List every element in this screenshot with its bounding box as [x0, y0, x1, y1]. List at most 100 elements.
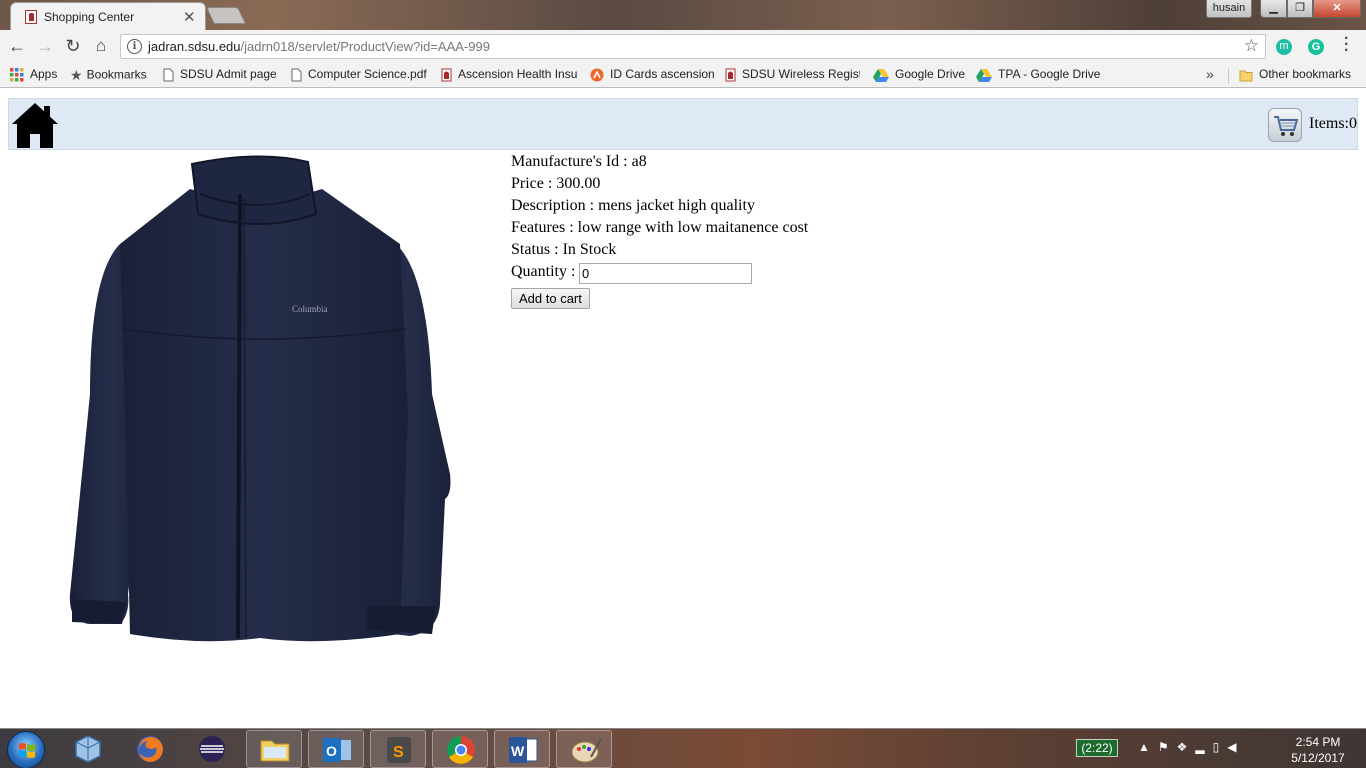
network-signal-icon[interactable]: ▂: [1195, 740, 1212, 754]
bookmark-label: Ascension Health Insu: [458, 67, 577, 81]
profile-button[interactable]: husain: [1206, 0, 1252, 18]
url-host: jadran.sdsu.edu: [148, 39, 241, 54]
bookmark-computer-science[interactable]: Computer Science.pdf: [291, 67, 427, 82]
word-button[interactable]: W: [494, 730, 550, 768]
back-arrow-icon[interactable]: ←: [7, 36, 27, 57]
site-header: Items:0: [8, 98, 1358, 150]
bookmark-other-bookmarks[interactable]: Other bookmarks: [1239, 67, 1351, 82]
file-explorer-button[interactable]: [246, 730, 302, 768]
forward-arrow-icon[interactable]: →: [35, 36, 55, 57]
clock-date: 5/12/2017: [1291, 751, 1345, 765]
bookmark-label: Google Drive: [895, 67, 966, 81]
bookmark-sdsu-admit[interactable]: SDSU Admit page: [163, 67, 277, 82]
bookmark-apps[interactable]: Apps: [10, 67, 57, 82]
close-window-button[interactable]: ✕: [1313, 0, 1361, 18]
system-clock[interactable]: 2:54 PM 5/12/2017: [1283, 734, 1353, 766]
folder-icon: [1239, 70, 1253, 82]
paint-icon: [571, 738, 602, 763]
sdsu-icon: [441, 68, 452, 82]
bookmark-sdsu-wireless[interactable]: SDSU Wireless Registr: [725, 67, 860, 82]
sublime-text-icon: S: [387, 737, 411, 763]
stock-status: Status : In Stock: [511, 241, 617, 258]
bookmark-bookmarks[interactable]: ★ Bookmarks: [70, 67, 147, 84]
bookmark-label: Computer Science.pdf: [308, 67, 427, 81]
grammarly-icon[interactable]: G: [1308, 39, 1324, 55]
price: Price : 300.00: [511, 175, 601, 192]
battery-icon[interactable]: ▯: [1213, 740, 1228, 754]
outlook-button[interactable]: O: [308, 730, 364, 768]
quantity-input[interactable]: [579, 263, 752, 284]
page-icon: [291, 68, 302, 82]
bookmark-ascension-health[interactable]: Ascension Health Insu: [441, 67, 577, 82]
folder-icon: [260, 740, 290, 762]
dropbox-icon[interactable]: ❖: [1177, 740, 1196, 754]
bookmark-star-icon[interactable]: ☆: [1244, 36, 1259, 56]
description: Description : mens jacket high quality: [511, 197, 755, 214]
firefox-icon[interactable]: [134, 733, 166, 765]
svg-text:O: O: [326, 743, 337, 759]
virtualbox-icon[interactable]: [72, 733, 104, 765]
manufacturer-id: Manufacture's Id : a8: [511, 153, 647, 170]
bookmark-id-cards[interactable]: ID Cards ascension: [590, 67, 715, 82]
chrome-menu-icon[interactable]: · · ·: [1344, 31, 1349, 59]
bookmark-label: SDSU Wireless Registr: [742, 67, 860, 81]
add-to-cart-button[interactable]: Add to cart: [511, 288, 590, 309]
browser-toolbar: ← → ↻ ⌂ i jadran.sdsu.edu/jadrn018/servl…: [0, 30, 1366, 63]
drive-icon: [976, 68, 992, 82]
action-center-flag-icon[interactable]: ⚑: [1158, 740, 1177, 754]
extension-m-icon[interactable]: m: [1276, 39, 1292, 55]
word-icon: W: [509, 737, 538, 763]
ascension-icon: [590, 68, 604, 82]
chrome-icon: [447, 736, 475, 764]
bookmark-label: TPA - Google Drive: [998, 67, 1101, 81]
eclipse-icon[interactable]: [196, 733, 228, 765]
product-image: Columbia: [69, 155, 451, 642]
bookmarks-bar: Apps ★ Bookmarks SDSU Admit page Computer…: [0, 63, 1366, 88]
url-text[interactable]: jadran.sdsu.edu/jadrn018/servlet/Product…: [148, 39, 490, 54]
bookmark-label: ID Cards ascension: [610, 67, 715, 81]
reload-icon[interactable]: ↻: [63, 36, 83, 57]
sublime-text-button[interactable]: S: [370, 730, 426, 768]
tab-shopping-center[interactable]: Shopping Center ✕: [10, 2, 206, 31]
outlook-icon: O: [323, 738, 351, 762]
tab-close-icon[interactable]: ✕: [183, 8, 196, 26]
sdsu-icon: [725, 68, 736, 82]
product-details: Manufacture's Id : a8 Price : 300.00 Des…: [511, 153, 809, 309]
svg-text:W: W: [511, 743, 525, 759]
tray-expand-icon[interactable]: ▲: [1138, 740, 1158, 754]
home-button-icon[interactable]: ⌂: [91, 36, 111, 56]
battery-meter[interactable]: (2:22): [1076, 739, 1118, 757]
drive-icon: [873, 68, 889, 82]
site-info-icon[interactable]: i: [127, 39, 142, 54]
paint-button[interactable]: [556, 730, 612, 768]
bookmark-label: Apps: [30, 67, 58, 81]
bookmark-label: Bookmarks: [86, 67, 147, 82]
sdsu-favicon-icon: [25, 10, 37, 24]
bookmarks-divider: [1228, 68, 1229, 84]
minimize-button[interactable]: ▁: [1260, 0, 1287, 18]
window-titlebar: Shopping Center ✕ husain ▁ ❐ ✕: [0, 0, 1366, 31]
star-icon: ★: [70, 67, 83, 83]
apps-grid-icon: [10, 67, 24, 82]
start-button-icon[interactable]: [7, 731, 45, 768]
maximize-button[interactable]: ❐: [1287, 0, 1313, 18]
chrome-button[interactable]: [432, 730, 488, 768]
shopping-cart-icon[interactable]: [1268, 108, 1302, 142]
more-bookmarks-chevron-icon[interactable]: »: [1206, 66, 1214, 82]
address-bar[interactable]: i jadran.sdsu.edu/jadrn018/servlet/Produ…: [120, 34, 1266, 59]
new-tab-button[interactable]: [206, 7, 246, 24]
bookmark-label: SDSU Admit page: [180, 67, 277, 81]
brand-logo-text: Columbia: [292, 304, 328, 314]
windows-taskbar: O S W (2:22) ▲⚑❖▂▯◀ 2:54 PM 5/12/2017: [0, 728, 1366, 768]
clock-time: 2:54 PM: [1295, 735, 1341, 749]
features: Features : low range with low maitanence…: [511, 219, 809, 236]
page-icon: [163, 68, 174, 82]
svg-text:S: S: [393, 744, 404, 761]
bookmark-label: Other bookmarks: [1259, 67, 1352, 81]
bookmark-google-drive[interactable]: Google Drive: [873, 67, 965, 82]
system-tray-icons[interactable]: ▲⚑❖▂▯◀: [1138, 740, 1245, 754]
bookmark-tpa-google-drive[interactable]: TPA - Google Drive: [976, 67, 1100, 82]
cart-items-count[interactable]: Items:0: [1309, 115, 1357, 133]
home-icon[interactable]: [10, 100, 60, 150]
volume-muted-icon[interactable]: ◀: [1227, 740, 1244, 754]
